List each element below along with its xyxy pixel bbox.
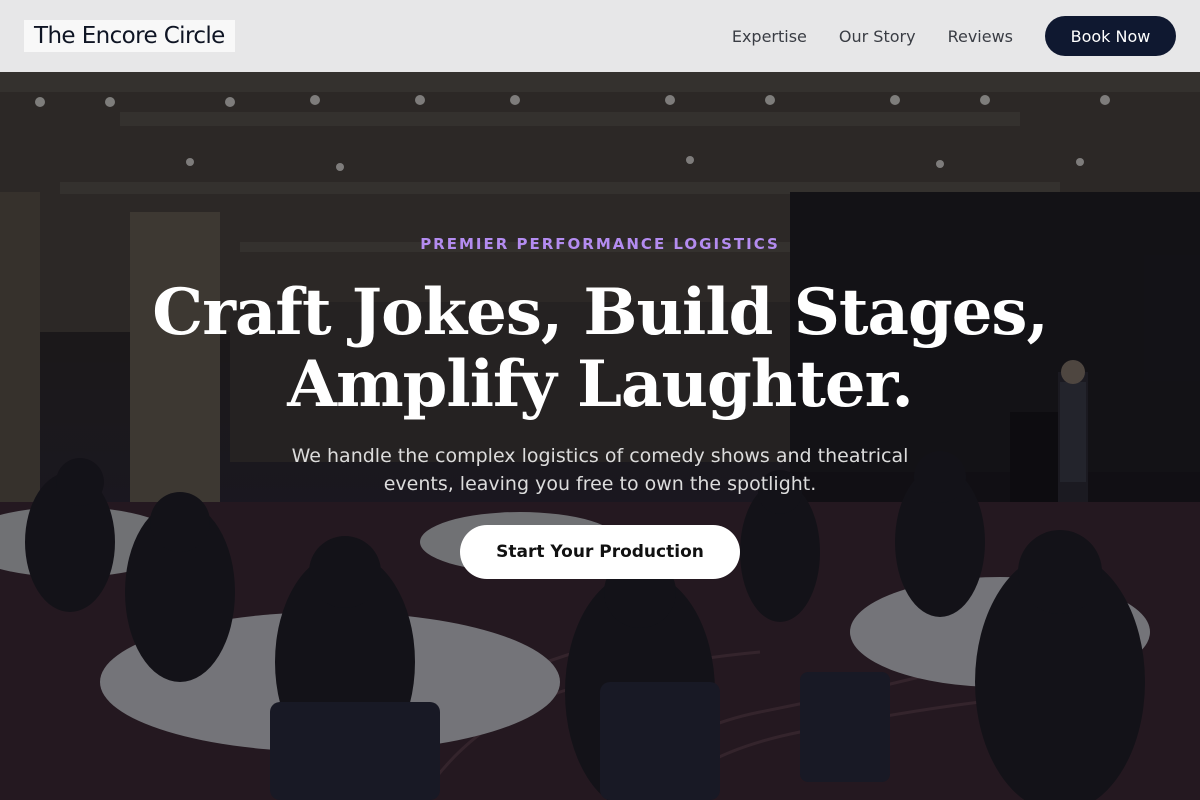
nav-link-our-story[interactable]: Our Story	[839, 27, 916, 46]
hero-section: PREMIER PERFORMANCE LOGISTICS Craft Joke…	[0, 72, 1200, 800]
hero-headline: Craft Jokes, Build Stages, Amplify Laugh…	[0, 277, 1200, 421]
hero-eyebrow: PREMIER PERFORMANCE LOGISTICS	[420, 235, 780, 253]
book-now-button[interactable]: Book Now	[1045, 16, 1176, 56]
hero-content: PREMIER PERFORMANCE LOGISTICS Craft Joke…	[0, 72, 1200, 800]
main-nav: Expertise Our Story Reviews Book Now	[732, 16, 1176, 56]
nav-link-expertise[interactable]: Expertise	[732, 27, 807, 46]
site-logo[interactable]: The Encore Circle	[24, 20, 235, 52]
nav-link-reviews[interactable]: Reviews	[948, 27, 1013, 46]
site-header: The Encore Circle Expertise Our Story Re…	[0, 0, 1200, 72]
hero-headline-line1: Craft Jokes, Build Stages,	[152, 275, 1048, 350]
start-production-button[interactable]: Start Your Production	[460, 525, 740, 579]
hero-subtext: We handle the complex logistics of comed…	[291, 445, 909, 495]
hero-headline-line2: Amplify Laughter.	[287, 347, 913, 422]
